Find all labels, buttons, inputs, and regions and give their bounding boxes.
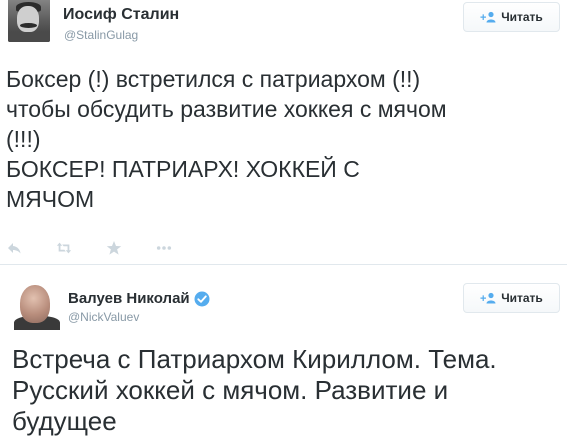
author-name: Валуев Николай xyxy=(68,290,190,307)
svg-text:+: + xyxy=(480,12,486,23)
tweet-stalin: Иосиф Сталин @StalinGulag + Читать Боксе… xyxy=(0,0,567,262)
retweet-icon[interactable] xyxy=(56,240,72,256)
author-handle[interactable]: @NickValuev xyxy=(68,310,139,324)
follow-person-icon: + xyxy=(480,11,496,23)
avatar-coat xyxy=(8,32,50,42)
svg-text:+: + xyxy=(480,293,486,304)
follow-button-label: Читать xyxy=(501,291,543,305)
more-icon[interactable] xyxy=(156,240,172,256)
verified-badge-icon xyxy=(194,291,210,307)
tweet-text-line: (!!!) xyxy=(6,126,41,152)
tweet-text: Боксер (!) встретился с патриархом (!!) … xyxy=(6,64,561,214)
tweet-text-line: Боксер (!) встретился с патриархом (!!) xyxy=(6,66,421,92)
tweet-text-line: Встреча с Патриархом Кириллом. Тема. xyxy=(12,344,497,374)
tweet-text: Встреча с Патриархом Кириллом. Тема. Рус… xyxy=(12,344,562,437)
follow-button[interactable]: + Читать xyxy=(463,2,560,32)
author-name[interactable]: Иосиф Сталин xyxy=(63,6,179,24)
twitter-screenshot: Иосиф Сталин @StalinGulag + Читать Боксе… xyxy=(0,0,567,445)
tweet-text-line: чтобы обсудить развитие хоккея с мячом xyxy=(6,96,447,122)
author-name-row[interactable]: Валуев Николай xyxy=(68,290,210,307)
avatar-mustache xyxy=(20,23,37,28)
favorite-icon[interactable] xyxy=(106,240,122,256)
tweet-text-line: БОКСЕР! ПАТРИАРХ! ХОККЕЙ С xyxy=(6,156,360,182)
author-handle[interactable]: @StalinGulag xyxy=(64,28,138,42)
reply-icon[interactable] xyxy=(6,240,22,256)
avatar-head xyxy=(20,285,50,323)
follow-button-label: Читать xyxy=(501,10,543,24)
tweet-text-line: будущее xyxy=(12,406,117,436)
avatar[interactable] xyxy=(8,0,50,42)
tweet-text-line: Русский хоккей с мячом. Развитие и xyxy=(12,375,449,405)
follow-person-icon: + xyxy=(480,292,496,304)
avatar[interactable] xyxy=(14,282,60,330)
tweet-actions xyxy=(6,238,206,258)
tweet-divider xyxy=(0,264,567,265)
follow-button[interactable]: + Читать xyxy=(463,283,560,313)
avatar-face xyxy=(17,6,39,32)
tweet-text-line: МЯЧОМ xyxy=(6,186,95,212)
